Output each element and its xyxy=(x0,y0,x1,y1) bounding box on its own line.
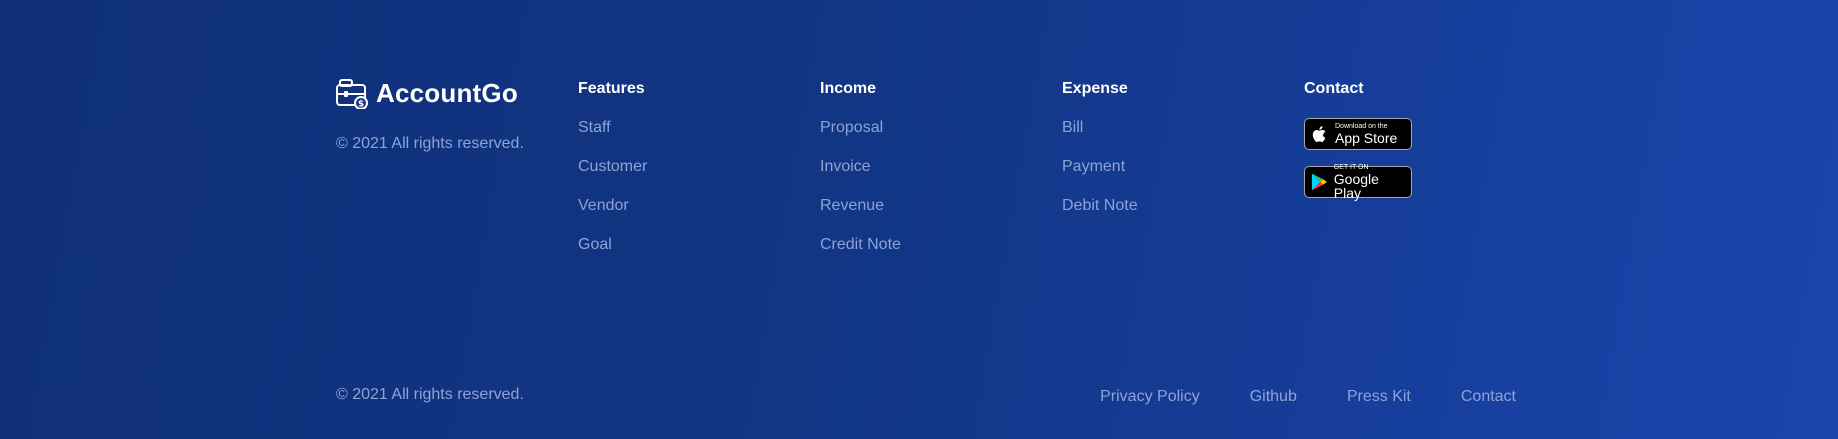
google-play-badge[interactable]: GET IT ON Google Play xyxy=(1304,164,1412,201)
site-footer: $ AccountGo © 2021 All rights reserved. … xyxy=(0,0,1838,439)
footer-link-bill[interactable]: Bill xyxy=(1062,118,1138,157)
contact-heading: Contact xyxy=(1304,80,1364,97)
footer-bottom-bar: © 2021 All rights reserved. Privacy Poli… xyxy=(336,386,1516,410)
logo-text: AccountGo xyxy=(376,78,518,108)
logo[interactable]: $ AccountGo xyxy=(336,78,524,109)
features-column: Features Staff Customer Vendor Goal xyxy=(578,80,647,274)
bottom-copyright: © 2021 All rights reserved. xyxy=(336,386,524,403)
footer-link-staff[interactable]: Staff xyxy=(578,118,647,157)
brand-copyright: © 2021 All rights reserved. xyxy=(336,135,524,152)
income-column: Income Proposal Invoice Revenue Credit N… xyxy=(820,80,901,274)
svg-text:$: $ xyxy=(358,99,364,109)
footer-link-invoice[interactable]: Invoice xyxy=(820,157,901,196)
google-play-small-text: GET IT ON xyxy=(1333,164,1369,171)
footer-link-vendor[interactable]: Vendor xyxy=(578,196,647,235)
github-link[interactable]: Github xyxy=(1250,388,1297,406)
press-kit-link[interactable]: Press Kit xyxy=(1347,388,1411,406)
briefcase-logo-icon: $ xyxy=(336,78,368,109)
expense-heading: Expense xyxy=(1062,80,1128,97)
footer-link-debit-note[interactable]: Debit Note xyxy=(1062,196,1138,235)
google-play-big-text: Google Play xyxy=(1333,171,1379,201)
footer-link-revenue[interactable]: Revenue xyxy=(820,196,901,235)
expense-column: Expense Bill Payment Debit Note xyxy=(1062,80,1138,235)
income-heading: Income xyxy=(820,80,877,97)
footer-link-goal[interactable]: Goal xyxy=(578,235,647,274)
footer-link-credit-note[interactable]: Credit Note xyxy=(820,235,901,274)
google-play-icon xyxy=(1311,173,1327,191)
bottom-links: Privacy Policy Github Press Kit Contact xyxy=(1100,388,1516,406)
footer-link-proposal[interactable]: Proposal xyxy=(820,118,901,157)
app-store-small-text: Download on the xyxy=(1335,123,1388,130)
app-store-big-text: App Store xyxy=(1335,130,1398,146)
contact-column: Contact Download on the App Store GET IT… xyxy=(1304,80,1412,214)
features-heading: Features xyxy=(578,80,645,97)
footer-link-customer[interactable]: Customer xyxy=(578,157,647,196)
privacy-policy-link[interactable]: Privacy Policy xyxy=(1100,388,1200,406)
app-store-badge[interactable]: Download on the App Store xyxy=(1304,118,1412,150)
apple-icon xyxy=(1312,126,1326,142)
footer-brand: $ AccountGo © 2021 All rights reserved. xyxy=(336,78,524,153)
contact-link[interactable]: Contact xyxy=(1461,388,1516,406)
footer-link-payment[interactable]: Payment xyxy=(1062,157,1138,196)
